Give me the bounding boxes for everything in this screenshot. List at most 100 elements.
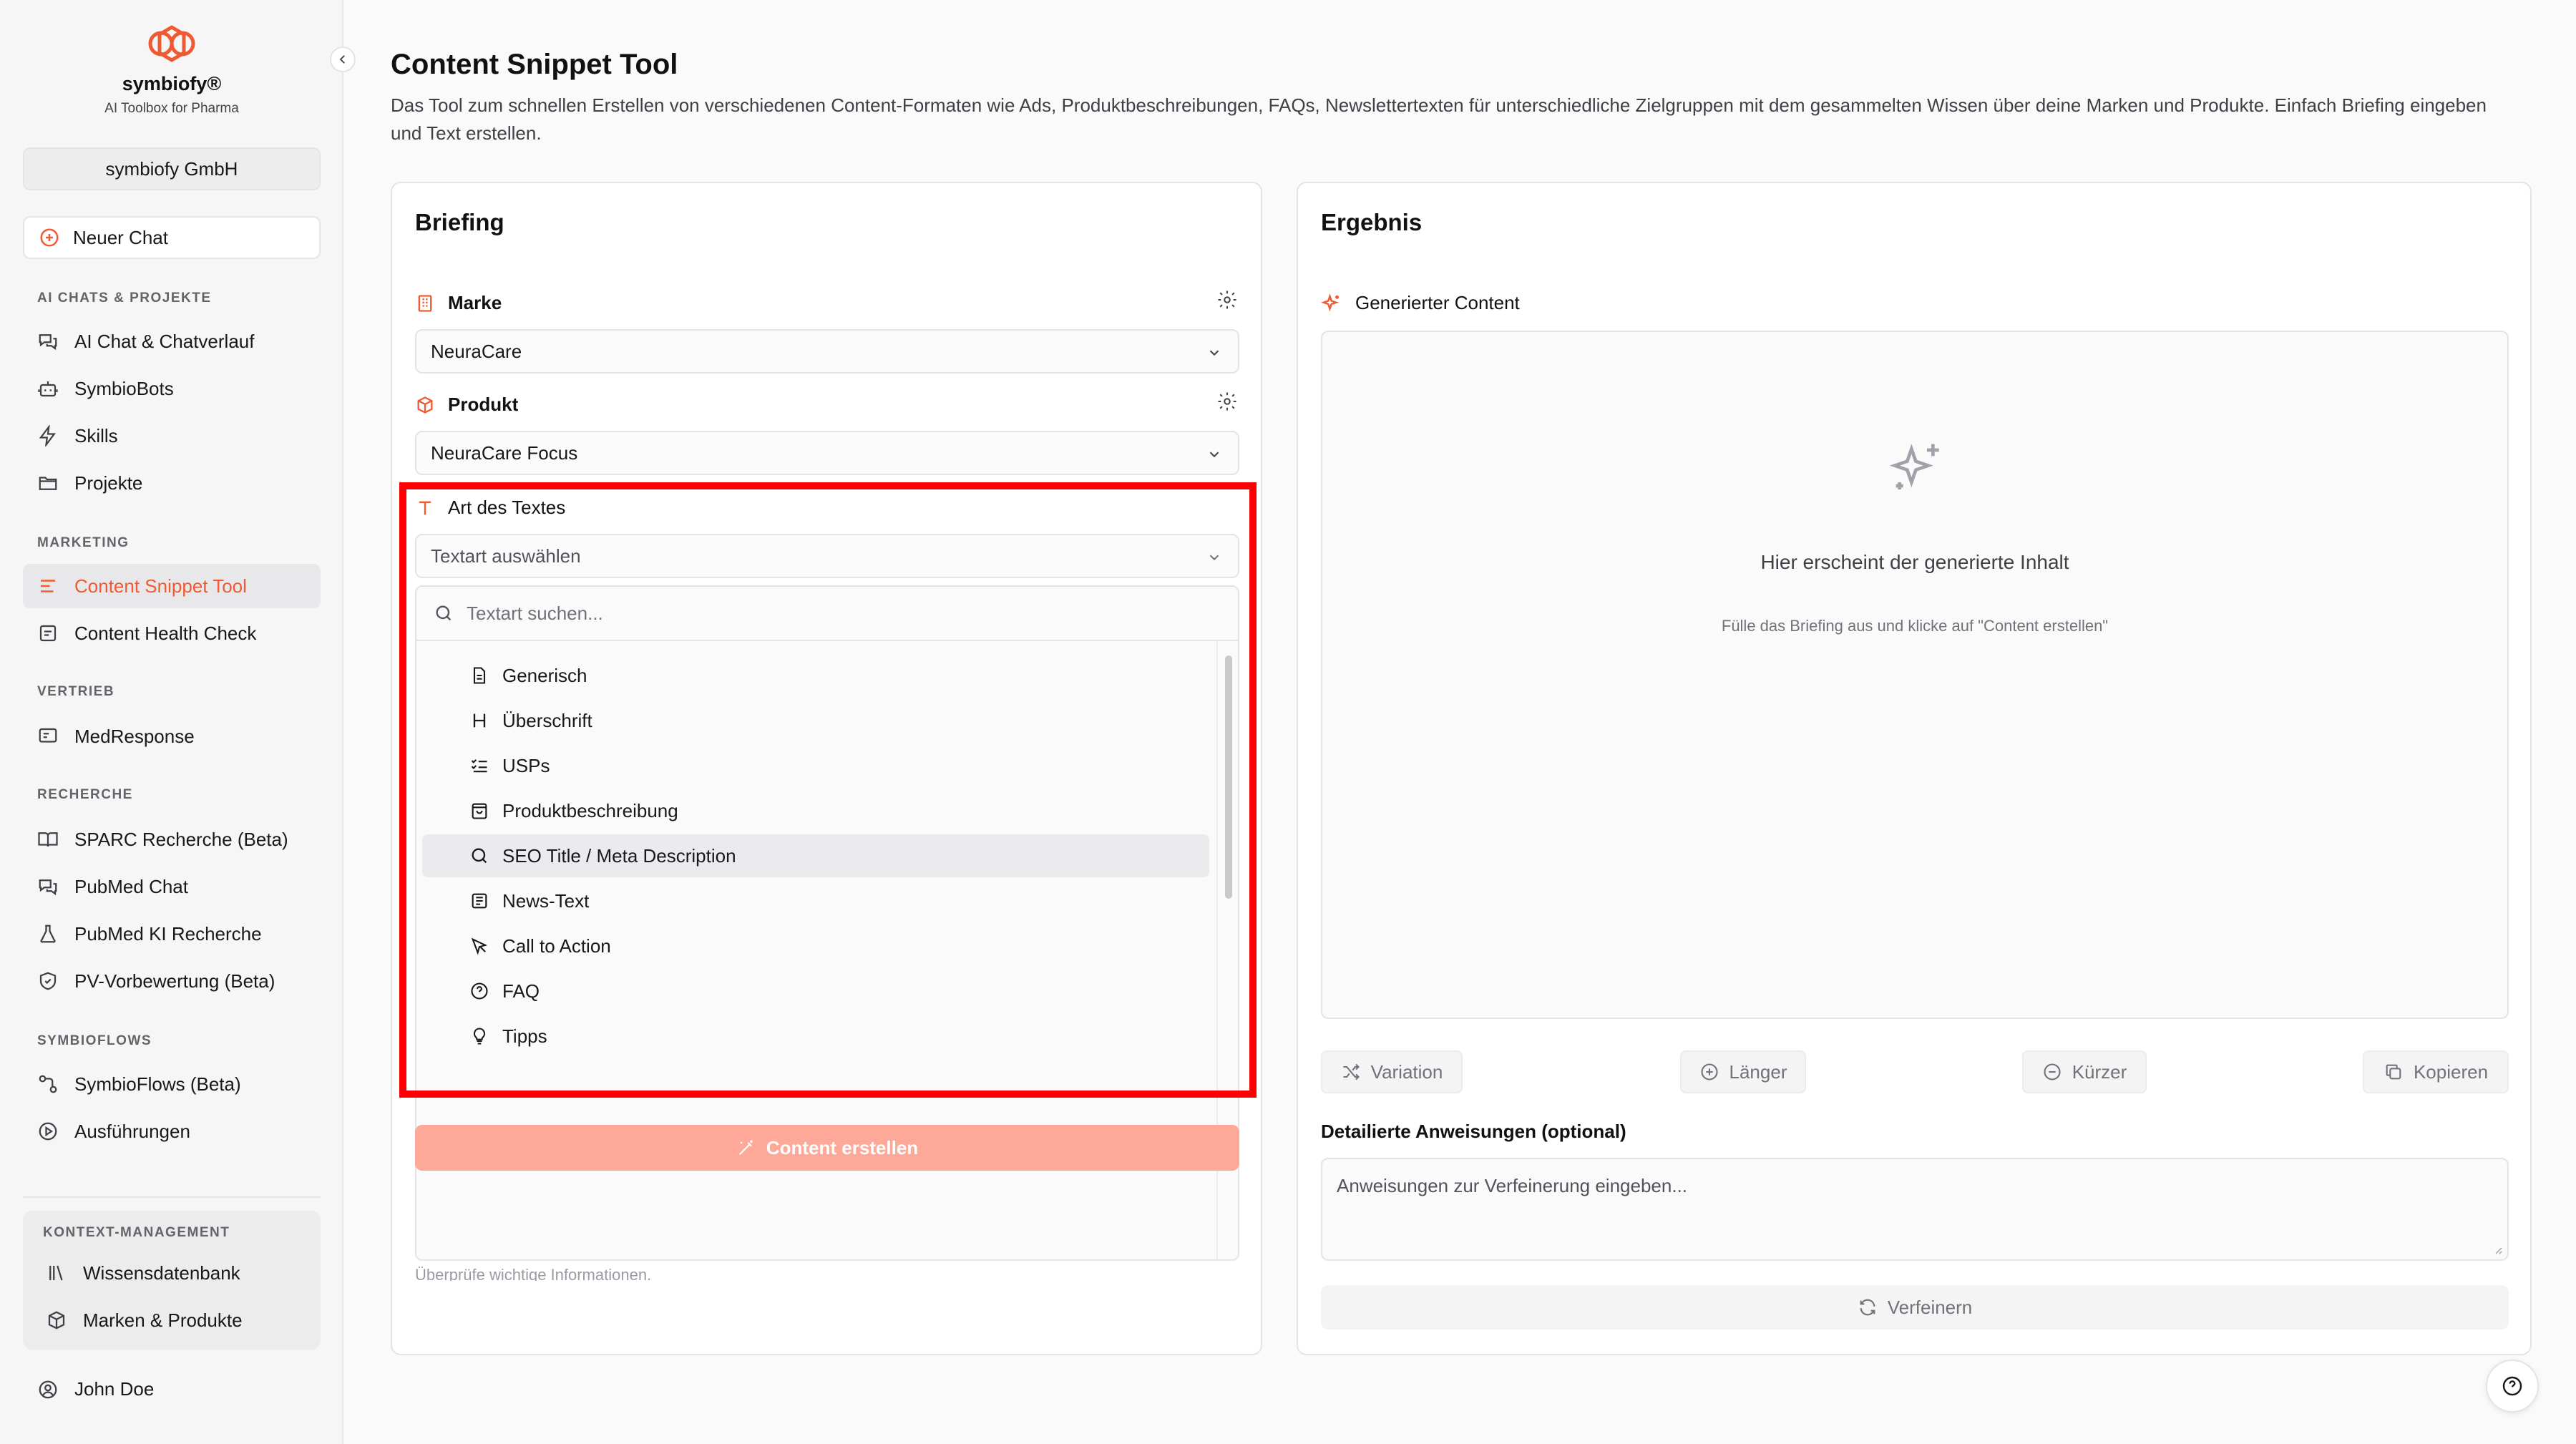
kopieren-button[interactable]: Kopieren [2363,1050,2509,1093]
library-icon [49,1265,63,1281]
produkt-label: Produkt [415,394,518,416]
new-chat-label: Neuer Chat [73,226,168,248]
empty-state-subtitle: Fülle das Briefing aus und klicke auf "C… [1721,617,2109,635]
sidebar-item-ai-chat[interactable]: AI Chat & Chatverlauf [23,319,321,364]
search-icon [436,605,452,621]
chat-bubbles-icon [39,879,57,896]
generated-content-label: Generierter Content [1321,292,1520,314]
produkt-label-text: Produkt [448,394,519,415]
new-chat-button[interactable]: Neuer Chat [23,216,321,259]
sidebar-item-marken-produkte[interactable]: Marken & Produkte [31,1298,312,1342]
shopping-bag-icon [472,803,487,819]
instructions-placeholder: Anweisungen zur Verfeinerung eingeben... [1337,1175,1688,1196]
sidebar-item-label: Marken & Produkte [83,1309,243,1331]
sidebar-item-projekte[interactable]: Projekte [23,461,321,505]
kopieren-label: Kopieren [2413,1060,2489,1083]
content-erstellen-label: Content erstellen [766,1136,919,1158]
option-label: FAQ [502,980,540,1002]
verfeinern-button[interactable]: Verfeinern [1321,1285,2509,1330]
marke-label: Marke [415,292,502,314]
option-label: Überschrift [502,709,592,731]
sparkles-icon [1321,293,1340,311]
sidebar-item-ausfuehrungen[interactable]: Ausführungen [23,1109,321,1153]
option-produktbeschreibung[interactable]: Produktbeschreibung [422,789,1209,832]
option-faq[interactable]: FAQ [422,970,1209,1013]
sidebar-item-skills[interactable]: Skills [23,414,321,458]
sidebar: symbiofy® AI Toolbox for Pharma symbiofy… [0,0,343,1444]
sidebar-item-content-health-check[interactable]: Content Health Check [23,611,321,655]
option-generisch[interactable]: Generisch [422,654,1209,697]
brand: symbiofy® AI Toolbox for Pharma [0,23,343,117]
marke-settings-gear-icon[interactable] [1216,289,1238,311]
marke-select[interactable]: NeuraCare [415,329,1239,374]
refresh-icon [1860,1299,1875,1316]
ergebnis-title: Ergebnis [1321,209,1423,235]
user-name: John Doe [74,1378,155,1400]
option-seo-title[interactable]: SEO Title / Meta Description [422,834,1209,877]
list-checks-icon [471,759,487,773]
chevron-left-icon [339,55,345,64]
organization-selector[interactable]: symbiofy GmbH [23,147,321,190]
sidebar-item-sparc-recherche[interactable]: SPARC Recherche (Beta) [23,817,321,862]
option-usps[interactable]: USPs [422,744,1209,787]
sidebar-item-pubmed-ki-recherche[interactable]: PubMed KI Recherche [23,912,321,956]
book-open-icon [38,832,58,847]
nav-section-symbioflows: SYMBIOFLOWS [37,1033,152,1048]
sidebar-item-content-snippet-tool[interactable]: Content Snippet Tool [23,564,321,608]
laenger-button[interactable]: Länger [1680,1050,1806,1093]
minus-circle-icon [2044,1063,2061,1080]
textart-search-input[interactable]: Textart suchen... [416,587,1238,641]
flask-icon [40,925,56,943]
produkt-settings-gear-icon[interactable] [1216,391,1238,412]
variation-button[interactable]: Variation [1321,1050,1463,1093]
option-ueberschrift[interactable]: Überschrift [422,699,1209,742]
sidebar-item-medresponse[interactable]: MedResponse [23,714,321,758]
produkt-select[interactable]: NeuraCare Focus [415,431,1239,475]
sidebar-item-label: Content Snippet Tool [74,575,247,597]
type-letter-icon [419,501,431,514]
sidebar-item-wissensdatenbank[interactable]: Wissensdatenbank [31,1251,312,1295]
sidebar-item-symbioflows[interactable]: SymbioFlows (Beta) [23,1062,321,1106]
option-tipps[interactable]: Tipps [422,1015,1209,1058]
sidebar-item-label: MedResponse [74,725,195,747]
kuerzer-label: Kürzer [2072,1060,2127,1083]
lightning-icon [39,425,56,447]
mouse-pointer-icon [471,937,488,955]
help-circle-icon [2502,1376,2522,1396]
marke-select-value: NeuraCare [431,340,522,362]
briefing-card: Briefing Marke NeuraCare Produkt NeuraCa… [391,182,1262,1355]
option-label: SEO Title / Meta Description [502,844,736,867]
sidebar-divider [23,1196,321,1198]
sidebar-item-pubmed-chat[interactable]: PubMed Chat [23,864,321,909]
kuerzer-button[interactable]: Kürzer [2022,1050,2147,1093]
resize-grip-icon[interactable] [2492,1244,2503,1255]
copy-icon [2386,1064,2401,1080]
shield-check-icon [39,972,57,990]
help-button[interactable] [2486,1360,2539,1413]
search-icon [472,848,487,864]
package-icon [48,1311,65,1330]
instructions-label: Detailierte Anweisungen (optional) [1321,1121,1626,1142]
newspaper-icon [472,893,487,909]
sidebar-item-symbiobots[interactable]: SymbioBots [23,366,321,411]
art-label-text: Art des Textes [448,497,566,518]
variation-label: Variation [1370,1060,1443,1083]
art-des-textes-select[interactable]: Textart auswählen [415,534,1239,578]
sidebar-item-pv-vorbewertung[interactable]: PV-Vorbewertung (Beta) [23,959,321,1003]
sidebar-item-label: SymbioFlows (Beta) [74,1073,241,1095]
option-news-text[interactable]: News-Text [422,879,1209,922]
nav-section-kontext: KONTEXT-MANAGEMENT [43,1225,230,1240]
option-call-to-action[interactable]: Call to Action [422,925,1209,967]
sidebar-collapse-button[interactable] [330,47,356,72]
option-label: Call to Action [502,935,611,957]
option-label: News-Text [502,889,590,912]
content-erstellen-button[interactable]: Content erstellen [415,1125,1239,1171]
instructions-textarea[interactable]: Anweisungen zur Verfeinerung eingeben... [1321,1158,2509,1261]
play-circle-icon [39,1122,57,1141]
user-profile-button[interactable]: John Doe [37,1378,154,1400]
heading-icon [473,713,486,728]
sidebar-item-label: Content Health Check [74,622,257,644]
dropdown-scrollbar[interactable] [1225,655,1232,899]
sidebar-item-label: SymbioBots [74,377,174,399]
page-description: Das Tool zum schnellen Erstellen von ver… [391,94,2487,144]
